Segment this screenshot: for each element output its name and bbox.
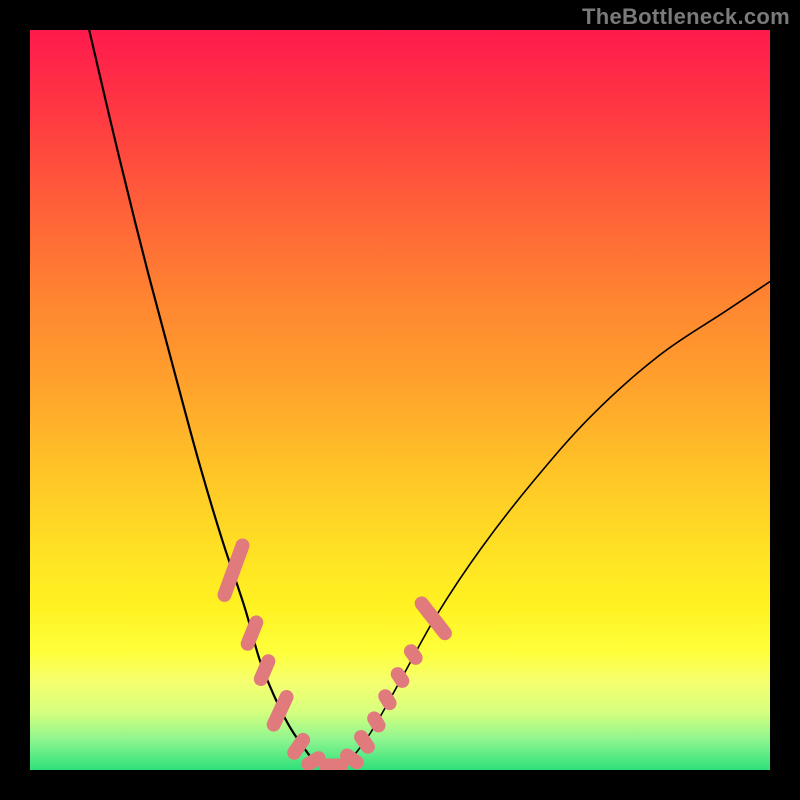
curve-marker	[388, 664, 412, 690]
marker-group	[216, 537, 455, 770]
curve-marker	[239, 613, 266, 653]
curve-marker	[216, 537, 252, 604]
curve-left-branch	[89, 30, 315, 763]
chart-frame: TheBottleneck.com	[0, 0, 800, 800]
curve-marker	[412, 594, 455, 643]
watermark-text: TheBottleneck.com	[582, 4, 790, 30]
curve-marker	[252, 652, 278, 688]
plot-area	[30, 30, 770, 770]
curve-right-branch	[348, 282, 770, 763]
curve-marker	[351, 727, 377, 756]
curve-layer	[30, 30, 770, 770]
curve-marker	[401, 641, 425, 667]
curve-marker	[264, 688, 295, 734]
curve-marker	[365, 709, 389, 735]
